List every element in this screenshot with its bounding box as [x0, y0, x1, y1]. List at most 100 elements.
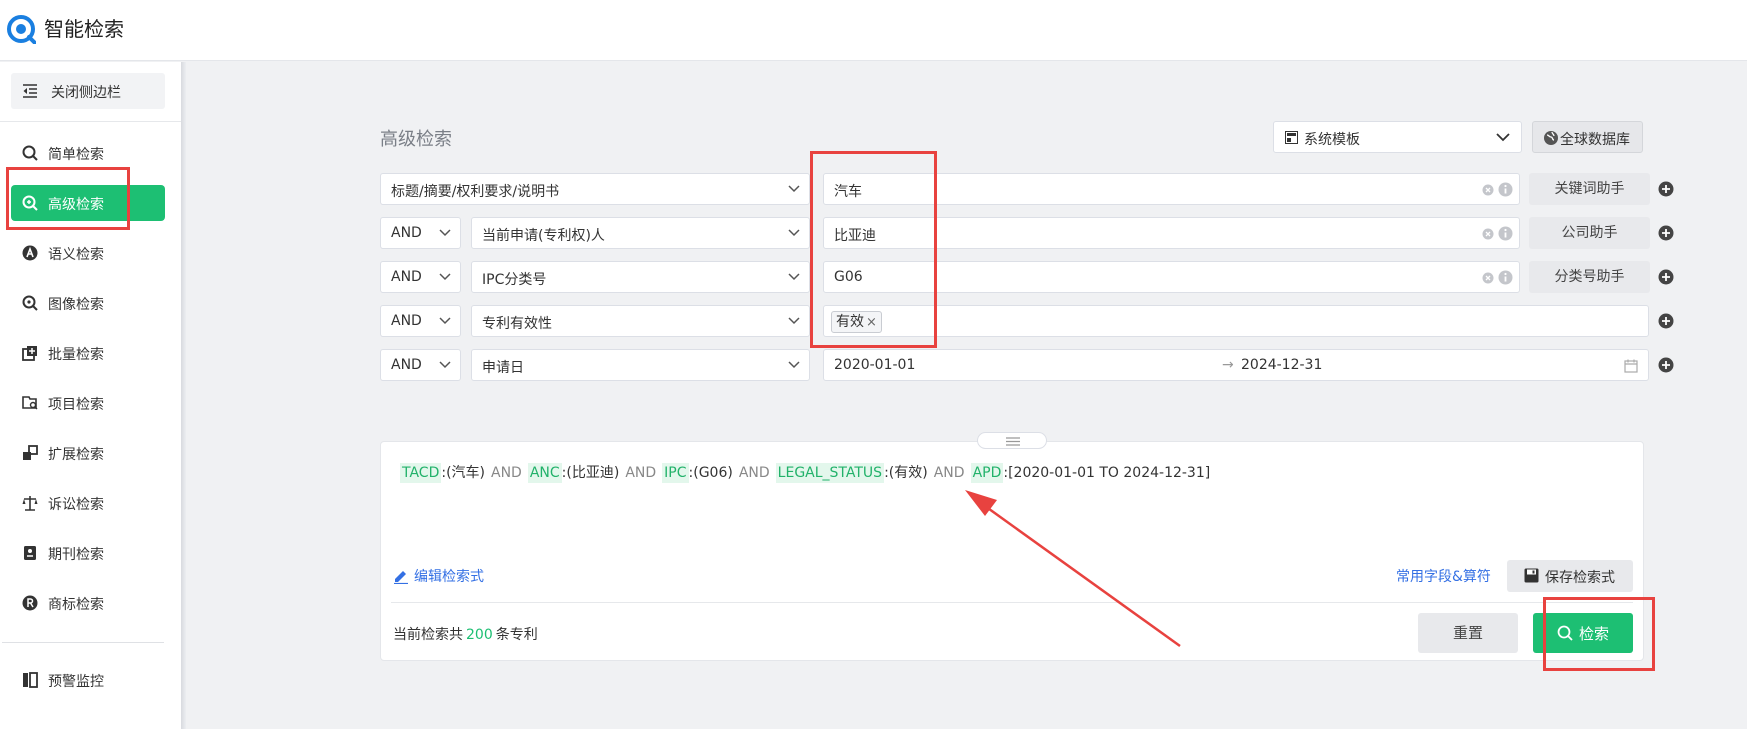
query-field: TACD — [400, 463, 442, 483]
operator-select-2[interactable]: AND — [380, 217, 461, 249]
sidebar-item-label: 扩展检索 — [48, 447, 104, 463]
add-row-icon[interactable] — [1658, 313, 1674, 329]
sidebar-edge — [181, 62, 186, 729]
date-from[interactable]: 2020-01-01 — [834, 357, 915, 373]
chevron-down-icon — [439, 229, 451, 237]
scale-icon — [22, 496, 38, 511]
validity-multiselect[interactable]: 有效 × — [823, 305, 1649, 337]
chevron-down-icon — [788, 361, 800, 369]
sidebar-item-label: 商标检索 — [48, 597, 104, 613]
sidebar-item-label: 期刊检索 — [48, 547, 104, 563]
project-icon — [22, 396, 38, 410]
chevron-down-icon — [788, 229, 800, 237]
journal-icon — [24, 546, 36, 560]
global-database-button[interactable]: 全球数据库 — [1532, 121, 1643, 153]
operator-select-value: AND — [391, 269, 422, 285]
clear-icon[interactable] — [1482, 228, 1494, 240]
field-select-value: 当前申请(专利权)人 — [482, 228, 605, 244]
operator-select-3[interactable]: AND — [380, 261, 461, 293]
add-row-icon[interactable] — [1658, 357, 1674, 373]
query-expression[interactable]: TACD:(汽车) AND ANC:(比亚迪) AND IPC:(G06) AND LEGA… — [400, 462, 1210, 483]
field-select-value: 专利有效性 — [482, 316, 552, 332]
field-select-1[interactable]: 标题/摘要/权利要求/说明书 — [380, 173, 810, 205]
field-select-value: 申请日 — [482, 360, 524, 376]
globe-icon — [1544, 131, 1558, 145]
query-field: LEGAL_STATUS — [775, 463, 885, 483]
keyword-helper-button[interactable]: 关键词助手 — [1529, 173, 1650, 205]
field-select-4[interactable]: 专利有效性 — [471, 305, 810, 337]
query-value: :(比亚迪) — [561, 465, 620, 481]
sidebar-item-image-search[interactable]: 图像检索 — [11, 285, 165, 321]
common-fields-link[interactable]: 常用字段&算符 — [1396, 566, 1491, 586]
info-icon[interactable] — [1498, 182, 1513, 197]
count-prefix: 当前检索共 — [393, 627, 463, 643]
field-select-value: 标题/摘要/权利要求/说明书 — [391, 184, 560, 200]
reset-button[interactable]: 重置 — [1418, 613, 1518, 653]
sidebar-item-alert-monitor[interactable]: 预警监控 — [11, 662, 165, 698]
sidebar-item-label: 批量检索 — [48, 347, 104, 363]
sidebar-item-label: 预警监控 — [48, 674, 104, 690]
operator-select-5[interactable]: AND — [380, 349, 461, 381]
chevron-down-icon — [439, 317, 451, 325]
chevron-down-icon — [788, 273, 800, 281]
date-to[interactable]: 2024-12-31 — [1241, 357, 1322, 373]
global-database-label: 全球数据库 — [1560, 132, 1630, 148]
sidebar-item-label: 简单检索 — [48, 147, 104, 163]
result-count: 当前检索共 200 条专利 — [393, 624, 538, 644]
query-value: :(有效) — [884, 465, 928, 481]
sidebar-item-journal-search[interactable]: 期刊检索 — [11, 535, 165, 571]
sidebar-item-project-search[interactable]: 项目检索 — [11, 385, 165, 421]
save-query-button[interactable]: 保存检索式 — [1507, 560, 1633, 592]
chevron-down-icon — [439, 273, 451, 281]
company-helper-label: 公司助手 — [1561, 225, 1618, 241]
calendar-icon — [1624, 359, 1638, 373]
extend-icon — [23, 445, 38, 460]
query-operator: AND — [738, 465, 770, 481]
clear-icon[interactable] — [1482, 184, 1494, 196]
query-field: IPC — [662, 463, 689, 483]
sidebar-item-litigation-search[interactable]: 诉讼检索 — [11, 485, 165, 521]
date-range-picker[interactable]: 2020-01-01 → 2024-12-31 — [823, 349, 1649, 381]
save-query-label: 保存检索式 — [1545, 570, 1615, 586]
operator-select-4[interactable]: AND — [380, 305, 461, 337]
count-number: 200 — [466, 627, 493, 643]
field-select-3[interactable]: IPC分类号 — [471, 261, 810, 293]
annotation-box-search-button — [1543, 597, 1655, 671]
info-icon[interactable] — [1498, 226, 1513, 241]
sidebar-item-trademark-search[interactable]: 商标检索 — [11, 585, 165, 621]
collapse-sidebar-label: 关闭侧边栏 — [51, 85, 121, 101]
batch-icon — [22, 346, 37, 361]
field-select-2[interactable]: 当前申请(专利权)人 — [471, 217, 810, 249]
company-helper-button[interactable]: 公司助手 — [1529, 217, 1650, 249]
add-row-icon[interactable] — [1658, 269, 1674, 285]
info-icon[interactable] — [1498, 270, 1513, 285]
semantic-icon — [22, 245, 38, 261]
classification-helper-button[interactable]: 分类号助手 — [1529, 261, 1650, 293]
chevron-down-icon — [439, 361, 451, 369]
query-divider — [391, 602, 1633, 603]
resize-handle[interactable] — [977, 432, 1047, 449]
operator-select-value: AND — [391, 357, 422, 373]
sidebar-item-simple-search[interactable]: 简单检索 — [11, 135, 165, 171]
query-operator: AND — [491, 465, 522, 481]
query-value: :(汽车) — [441, 465, 485, 481]
sidebar-item-extend-search[interactable]: 扩展检索 — [11, 435, 165, 471]
sidebar-item-semantic-search[interactable]: 语义检索 — [11, 235, 165, 271]
clear-icon[interactable] — [1482, 272, 1494, 284]
add-row-icon[interactable] — [1658, 181, 1674, 197]
template-select[interactable]: 系统模板 — [1273, 121, 1522, 153]
query-operator: AND — [933, 465, 965, 481]
monitor-icon — [23, 672, 38, 688]
sidebar-item-batch-search[interactable]: 批量检索 — [11, 335, 165, 371]
collapse-sidebar-button[interactable]: 关闭侧边栏 — [11, 73, 165, 109]
query-panel: TACD:(汽车) AND ANC:(比亚迪) AND IPC:(G06) AND LEGA… — [380, 441, 1644, 661]
edit-query-label: 编辑检索式 — [414, 569, 484, 585]
add-row-icon[interactable] — [1658, 225, 1674, 241]
reset-label: 重置 — [1452, 624, 1483, 642]
template-icon — [1285, 131, 1298, 144]
field-select-5[interactable]: 申请日 — [471, 349, 810, 381]
query-field: APD — [970, 463, 1004, 483]
magnifier-logo-icon — [7, 15, 36, 44]
page-title: 高级检索 — [380, 129, 452, 150]
query-value: :(G06) — [688, 465, 733, 481]
